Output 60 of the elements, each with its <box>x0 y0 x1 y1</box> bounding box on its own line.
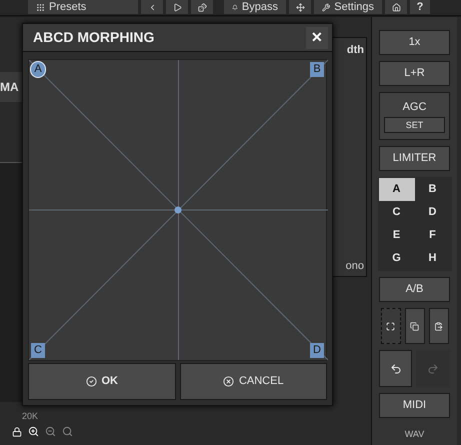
slot-button[interactable]: E <box>378 224 414 247</box>
panel-label: dth <box>346 43 364 58</box>
copy-icon <box>410 322 419 330</box>
mode-label: ono <box>346 258 364 274</box>
slot-button[interactable]: F <box>414 224 450 247</box>
copy-button[interactable] <box>404 308 424 344</box>
home-icon <box>392 2 400 12</box>
agc-label: AGC <box>402 100 426 115</box>
help-button[interactable]: ? <box>410 0 430 14</box>
corner-label[interactable]: A <box>31 62 45 77</box>
random-button[interactable] <box>191 0 213 14</box>
check-icon <box>86 376 96 387</box>
midi-button[interactable]: MIDI <box>379 393 450 418</box>
expand-icon <box>386 322 395 330</box>
redo-icon <box>427 362 439 374</box>
slot-button[interactable]: B <box>414 178 450 201</box>
home-button[interactable] <box>385 0 407 14</box>
frequency-label: 20K <box>22 410 38 423</box>
section-label: MA <box>0 79 19 96</box>
set-button[interactable]: SET <box>384 117 445 134</box>
wrench-icon <box>322 2 330 12</box>
corner-label[interactable]: D <box>310 343 324 358</box>
corner-label[interactable]: C <box>31 343 45 358</box>
close-button[interactable]: ✕ <box>306 26 328 48</box>
zoom-reset-icon[interactable] <box>62 426 73 437</box>
presets-button[interactable]: Presets <box>28 0 138 14</box>
cancel-button[interactable]: CANCEL <box>180 363 327 400</box>
slot-button[interactable]: D <box>414 201 450 224</box>
slot-button[interactable]: A <box>378 178 414 201</box>
play-icon <box>172 2 182 12</box>
lock-icon[interactable] <box>12 426 22 436</box>
move-icon <box>296 2 304 12</box>
limiter-button[interactable]: LIMITER <box>379 146 450 171</box>
expand-button[interactable] <box>380 308 400 344</box>
slot-button[interactable]: H <box>414 247 450 270</box>
corner-label[interactable]: B <box>310 62 324 77</box>
bell-icon <box>232 2 238 12</box>
cross-icon <box>222 376 234 387</box>
settings-button[interactable]: Settings <box>314 0 382 14</box>
next-button[interactable] <box>166 0 188 14</box>
undo-button[interactable] <box>379 350 412 387</box>
dialog-title: ABCD MORPHING <box>33 28 154 47</box>
paste-button[interactable] <box>428 308 448 344</box>
bypass-button[interactable]: Bypass <box>224 0 286 14</box>
morph-pad[interactable]: A B C D <box>28 59 327 361</box>
morph-point-icon[interactable] <box>174 206 182 214</box>
zoom-in-icon[interactable] <box>28 426 39 437</box>
dice-icon <box>198 2 206 12</box>
slot-button[interactable]: G <box>378 247 414 270</box>
ab-button[interactable]: A/B <box>379 277 450 302</box>
grid-icon <box>36 2 45 12</box>
channels-button[interactable]: L+R <box>379 61 450 86</box>
undo-icon <box>390 362 402 374</box>
move-button[interactable] <box>289 0 311 14</box>
paste-icon <box>434 322 443 330</box>
ok-button[interactable]: OK <box>28 363 176 400</box>
zoom-out-icon[interactable] <box>45 426 56 437</box>
slot-button[interactable]: C <box>378 201 414 224</box>
oversampling-button[interactable]: 1x <box>379 30 450 55</box>
format-label: WAV <box>404 428 424 441</box>
